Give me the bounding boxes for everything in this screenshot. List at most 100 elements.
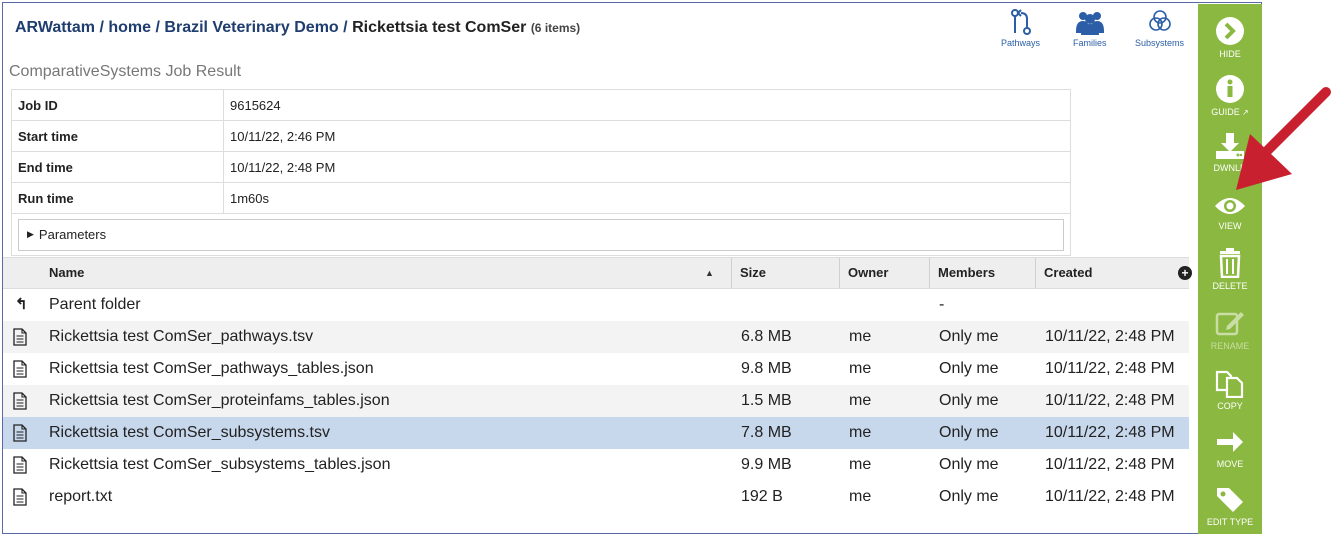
file-name: Rickettsia test ComSer_proteinfams_table…	[49, 392, 390, 409]
file-members: Only me	[939, 488, 999, 505]
pathways-button[interactable]: Pathways	[1001, 9, 1040, 48]
file-name: Rickettsia test ComSer_pathways_tables.j…	[49, 360, 374, 377]
job-info-row: Job ID 9615624	[11, 89, 1071, 121]
breadcrumb-link-folder[interactable]: Brazil Veterinary Demo	[164, 19, 338, 36]
start-time-key: Start time	[11, 120, 224, 152]
action-sidebar: HIDE GUIDE ↗ DWNLD VIEW DELETE RENAME CO…	[1198, 4, 1262, 534]
run-time-value: 1m60s	[223, 182, 1071, 214]
parameters-row: ▶ Parameters	[11, 213, 1071, 256]
sort-ascending-icon[interactable]: ▲	[705, 258, 714, 288]
file-name: Rickettsia test ComSer_pathways.tsv	[49, 328, 314, 345]
file-members: Only me	[939, 456, 999, 473]
column-header-owner[interactable]: Owner	[839, 258, 929, 288]
view-button[interactable]: VIEW	[1198, 194, 1262, 231]
file-grid-header: Name ▲ Size Owner Members Created +	[3, 257, 1192, 289]
file-owner: me	[849, 360, 872, 377]
item-count: (6 items)	[530, 21, 581, 35]
column-header-size[interactable]: Size	[731, 258, 839, 288]
file-owner: me	[849, 488, 872, 505]
file-members: Only me	[939, 328, 999, 345]
chevron-right-circle-icon	[1216, 17, 1244, 45]
file-name: Parent folder	[49, 296, 141, 313]
pathways-icon	[1010, 9, 1031, 35]
file-icon	[13, 360, 27, 378]
file-name: Rickettsia test ComSer_subsystems.tsv	[49, 424, 330, 441]
subsystems-label: Subsystems	[1135, 38, 1185, 48]
parameters-toggle[interactable]: ▶ Parameters	[18, 218, 1064, 251]
file-icon	[13, 488, 27, 506]
file-members: -	[939, 296, 945, 313]
job-result-title: ComparativeSystems Job Result	[9, 63, 242, 80]
breadcrumb-link-home[interactable]: home	[108, 19, 151, 36]
families-button[interactable]: Families	[1073, 9, 1107, 48]
table-row[interactable]: Rickettsia test ComSer_pathways_tables.j…	[3, 353, 1189, 385]
column-header-members[interactable]: Members	[929, 258, 1035, 288]
file-created: 10/11/22, 2:48 PM	[1045, 360, 1175, 377]
job-info-row: Run time 1m60s	[11, 182, 1071, 214]
rename-label: RENAME	[1210, 341, 1250, 351]
run-time-key: Run time	[11, 182, 224, 214]
delete-label: DELETE	[1212, 281, 1248, 291]
table-row[interactable]: Rickettsia test ComSer_subsystems_tables…	[3, 449, 1189, 481]
arrow-up-icon: ↰	[15, 296, 28, 313]
parameters-cell: ▶ Parameters	[11, 213, 1071, 256]
file-created: 10/11/22, 2:48 PM	[1045, 392, 1175, 409]
add-column-icon[interactable]: +	[1178, 266, 1192, 280]
parent-folder-row[interactable]: ↰ Parent folder -	[3, 289, 1189, 321]
table-row[interactable]: Rickettsia test ComSer_proteinfams_table…	[3, 385, 1189, 417]
file-icon	[13, 392, 27, 410]
file-grid-body: ↰ Parent folder - Rickettsia test ComSer…	[3, 289, 1189, 513]
trash-icon	[1219, 248, 1241, 278]
subsystems-button[interactable]: Subsystems	[1135, 9, 1184, 48]
job-id-key: Job ID	[11, 89, 224, 121]
edit-icon	[1215, 312, 1244, 336]
edit-type-button[interactable]: EDIT TYPE	[1198, 486, 1262, 527]
file-size: 9.8 MB	[741, 360, 792, 377]
end-time-value: 10/11/22, 2:48 PM	[223, 151, 1071, 183]
file-name: report.txt	[49, 488, 113, 505]
file-owner: me	[849, 392, 872, 409]
copy-label: COPY	[1217, 401, 1243, 411]
view-label: VIEW	[1218, 221, 1242, 231]
breadcrumb-separator: /	[99, 19, 104, 36]
start-time-value: 10/11/22, 2:46 PM	[223, 120, 1071, 152]
table-row-selected[interactable]: Rickettsia test ComSer_subsystems.tsv 7.…	[3, 417, 1189, 449]
table-row[interactable]: Rickettsia test ComSer_pathways.tsv 6.8 …	[3, 321, 1189, 353]
file-size: 1.5 MB	[741, 392, 792, 409]
delete-button[interactable]: DELETE	[1198, 248, 1262, 291]
rename-button[interactable]: RENAME	[1198, 308, 1262, 351]
column-header-name[interactable]: Name	[41, 258, 731, 288]
caret-right-icon: ▶	[27, 229, 34, 239]
file-created: 10/11/22, 2:48 PM	[1045, 456, 1175, 473]
file-size: 192 B	[741, 488, 783, 505]
end-time-key: End time	[11, 151, 224, 183]
file-name: Rickettsia test ComSer_subsystems_tables…	[49, 456, 391, 473]
file-created: 10/11/22, 2:48 PM	[1045, 488, 1175, 505]
column-header-created[interactable]: Created	[1035, 258, 1175, 288]
arrow-right-icon	[1217, 432, 1243, 452]
file-owner: me	[849, 456, 872, 473]
families-icon	[1075, 12, 1104, 35]
file-members: Only me	[939, 360, 999, 377]
job-info-row: Start time 10/11/22, 2:46 PM	[11, 120, 1071, 152]
file-icon	[13, 456, 27, 474]
job-id-value: 9615624	[223, 89, 1071, 121]
job-info-row: End time 10/11/22, 2:48 PM	[11, 151, 1071, 183]
tag-icon	[1217, 488, 1243, 512]
breadcrumb-separator: /	[155, 19, 160, 36]
file-size: 6.8 MB	[741, 328, 792, 345]
table-row[interactable]: report.txt 192 B me Only me 10/11/22, 2:…	[3, 481, 1189, 513]
file-size: 9.9 MB	[741, 456, 792, 473]
edit-type-label: EDIT TYPE	[1206, 517, 1254, 527]
breadcrumb-current: Rickettsia test ComSer	[352, 19, 527, 36]
copy-button[interactable]: COPY	[1198, 368, 1262, 411]
breadcrumb-link-user[interactable]: ARWattam	[15, 19, 95, 36]
subsystems-icon	[1148, 10, 1171, 31]
parameters-label: Parameters	[38, 227, 107, 242]
move-label: MOVE	[1216, 459, 1244, 469]
file-owner: me	[849, 424, 872, 441]
file-members: Only me	[939, 392, 999, 409]
move-button[interactable]: MOVE	[1198, 428, 1262, 469]
file-icon	[13, 328, 27, 346]
hide-button[interactable]: HIDE	[1198, 16, 1262, 59]
